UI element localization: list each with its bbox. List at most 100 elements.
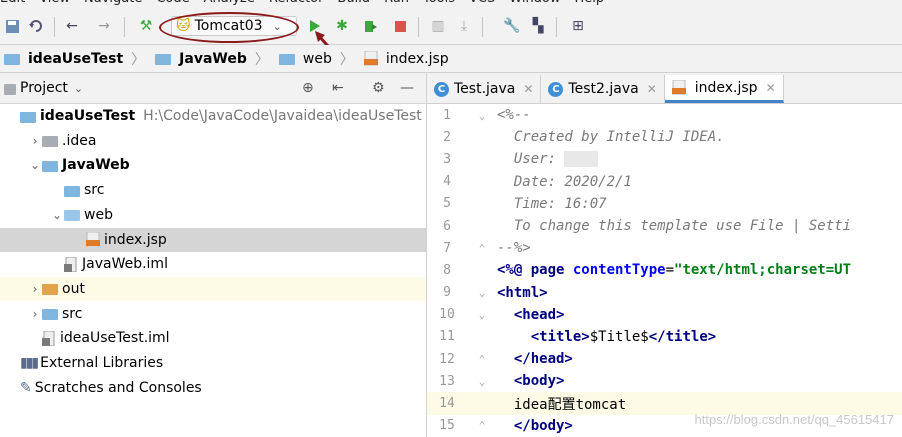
- project-structure-icon[interactable]: ▚: [530, 18, 546, 34]
- menu-item-code[interactable]: Code: [156, 0, 189, 6]
- fold-marker-icon[interactable]: ⌄: [467, 375, 497, 388]
- tree-item[interactable]: ▮▮▮ External Libraries: [0, 351, 426, 375]
- chevron-right-icon[interactable]: ›: [28, 307, 42, 321]
- breadcrumb-item[interactable]: web 〉: [275, 49, 360, 69]
- breadcrumb-item[interactable]: JavaWeb 〉: [151, 49, 275, 69]
- sdk-icon[interactable]: ⊞: [570, 18, 586, 34]
- tree-item-label: web: [84, 206, 113, 223]
- chevron-down-icon: ⌄: [272, 19, 282, 33]
- code-line[interactable]: 10 ⌄ <head>: [427, 304, 902, 326]
- tree-item[interactable]: src: [0, 178, 426, 202]
- chevron-down-icon[interactable]: ⌄: [74, 82, 83, 95]
- menu-item-navigate[interactable]: Navigate: [84, 0, 142, 6]
- close-icon[interactable]: ✕: [523, 82, 533, 96]
- close-icon[interactable]: ✕: [647, 82, 657, 96]
- tree-item[interactable]: ideaUseTest.iml: [0, 326, 426, 350]
- menu-item-window[interactable]: Window: [509, 0, 560, 6]
- line-number: 6: [443, 218, 451, 234]
- menu-item-run[interactable]: Run: [384, 0, 409, 6]
- fold-marker-icon[interactable]: ⌃: [467, 353, 497, 366]
- vcs-update-icon[interactable]: ▥: [430, 18, 446, 34]
- code-line[interactable]: 13 ⌄ <body>: [427, 370, 902, 392]
- tree-item-label: out: [62, 280, 85, 297]
- menu-item-refactor[interactable]: Refactor: [269, 0, 324, 6]
- menu-item-tools[interactable]: Tools: [423, 0, 455, 6]
- sync-icon[interactable]: [28, 18, 44, 34]
- source-folder-icon: [42, 309, 58, 321]
- vcs-commit-icon[interactable]: ⤓: [456, 18, 472, 34]
- tree-item[interactable]: ✎ Scratches and Consoles: [0, 376, 426, 400]
- folder-icon: [4, 54, 20, 65]
- stop-icon[interactable]: [392, 18, 408, 34]
- menu-item-edit[interactable]: Edit: [0, 0, 25, 6]
- fold-marker-icon[interactable]: ⌄: [467, 109, 497, 122]
- project-tool-window: Project ⌄ ⊕ ⇤ ⚙ — ideaUseTest H:\Code\Jav…: [0, 73, 427, 437]
- code-line[interactable]: 8 <%@ page contentType="text/html;charset…: [427, 259, 902, 281]
- save-icon[interactable]: [4, 18, 20, 34]
- code-lines[interactable]: 1 ⌄ <%-- 2 Created by IntelliJ IDEA. 3 User:…: [427, 104, 902, 437]
- code-line[interactable]: 5 Time: 16:07: [427, 193, 902, 215]
- watermark: https://blog.csdn.net/qq_45615417: [694, 412, 895, 427]
- project-header: Project ⌄ ⊕ ⇤ ⚙ —: [0, 73, 426, 104]
- breadcrumb-separator-icon: 〉: [254, 51, 269, 68]
- gear-icon[interactable]: ⚙: [372, 80, 385, 96]
- chevron-down-icon[interactable]: ⌄: [28, 158, 42, 172]
- chevron-right-icon[interactable]: ›: [28, 282, 42, 296]
- forward-icon[interactable]: →: [96, 18, 112, 34]
- tree-item[interactable]: › out: [0, 276, 426, 301]
- tab-test-java[interactable]: C Test.java ✕: [427, 75, 542, 103]
- code-line[interactable]: 6 To change this template use File | Set…: [427, 215, 902, 237]
- tree-item[interactable]: ⌄ JavaWeb: [0, 153, 426, 177]
- fold-marker-icon[interactable]: ⌃: [467, 242, 497, 255]
- tree-item[interactable]: ideaUseTest H:\Code\JavaCode\Javaidea\ide…: [0, 104, 426, 128]
- build-icon[interactable]: ⚒: [138, 18, 154, 34]
- code-line[interactable]: 1 ⌄ <%--: [427, 104, 902, 126]
- menu-item-help[interactable]: Help: [575, 0, 605, 6]
- run-configuration-selector[interactable]: 🐱 Tomcat03 ⌄: [171, 16, 297, 36]
- line-number: 14: [439, 396, 455, 412]
- fold-marker-icon[interactable]: ⌄: [467, 308, 497, 321]
- code-line[interactable]: 4 Date: 2020/2/1: [427, 171, 902, 193]
- project-view-selector[interactable]: Project: [20, 80, 68, 96]
- breadcrumb-item[interactable]: index.jsp: [360, 50, 455, 67]
- tree-item[interactable]: ⌄ web: [0, 203, 426, 227]
- editor-area: C Test.java ✕ C Test2.java ✕ index.jsp ✕ 1 ⌄ <%--…: [427, 73, 902, 437]
- code-line[interactable]: 3 User: ​xxxx: [427, 148, 902, 170]
- back-icon[interactable]: ←: [64, 18, 80, 34]
- jsp-file-icon: [86, 231, 100, 248]
- class-icon: C: [548, 81, 564, 97]
- menu-item-analyze[interactable]: Analyze: [204, 0, 255, 6]
- tree-item-label: index.jsp: [104, 231, 167, 248]
- locate-icon[interactable]: ⊕: [302, 80, 314, 96]
- tree-item[interactable]: › src: [0, 302, 426, 326]
- code-line[interactable]: 2 Created by IntelliJ IDEA.: [427, 126, 902, 148]
- chevron-down-icon[interactable]: ⌄: [50, 208, 64, 222]
- code-text: idea配置tomcat: [497, 396, 627, 413]
- menu-item-view[interactable]: View: [39, 0, 70, 6]
- coverage-icon[interactable]: [362, 18, 378, 34]
- code-line[interactable]: 7 ⌃ --%>: [427, 237, 902, 259]
- menu-item-build[interactable]: Build: [337, 0, 370, 6]
- close-icon[interactable]: ✕: [766, 81, 776, 95]
- chevron-right-icon[interactable]: ›: [28, 134, 42, 148]
- breadcrumb-item[interactable]: ideaUseTest 〉: [0, 49, 151, 69]
- line-number: 11: [439, 329, 455, 345]
- settings-icon[interactable]: 🔧: [503, 18, 520, 34]
- menu-item-vcs[interactable]: VCS: [469, 0, 495, 6]
- jsp-file-icon: [363, 50, 378, 67]
- scratches-icon: ✎: [20, 379, 32, 396]
- tree-item[interactable]: index.jsp: [0, 227, 426, 252]
- collapse-all-icon[interactable]: ⇤: [332, 80, 344, 96]
- tree-item[interactable]: › .idea: [0, 129, 426, 153]
- tab-index-jsp[interactable]: index.jsp ✕: [664, 75, 784, 103]
- tree-item[interactable]: JavaWeb.iml: [0, 252, 426, 276]
- breadcrumb-label: JavaWeb: [179, 50, 247, 67]
- tab-test2-java[interactable]: C Test2.java ✕: [541, 75, 665, 103]
- hide-icon[interactable]: —: [400, 80, 414, 96]
- code-line[interactable]: 12 ⌃ </head>: [427, 348, 902, 370]
- code-line[interactable]: 11 <title>$Title$</title>: [427, 326, 902, 348]
- fold-marker-icon[interactable]: ⌄: [467, 286, 497, 299]
- fold-marker-icon[interactable]: ⌃: [467, 419, 497, 432]
- code-line[interactable]: 9 ⌄ <html>: [427, 282, 902, 304]
- editor-tabs: C Test.java ✕ C Test2.java ✕ index.jsp ✕: [427, 73, 902, 104]
